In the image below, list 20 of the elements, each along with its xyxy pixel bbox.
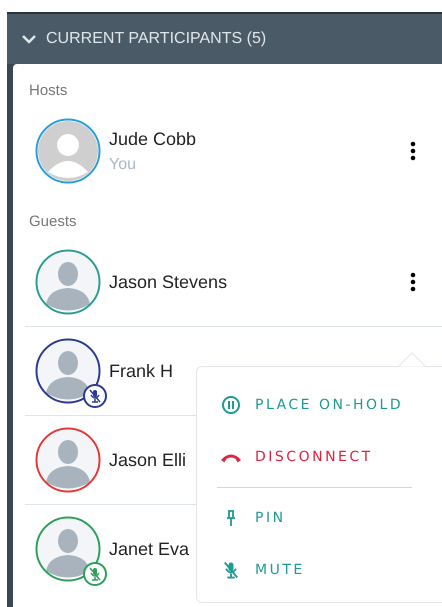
participant-name: Jason Stevens [109, 272, 228, 292]
participant-name: Jason Elli [109, 450, 186, 470]
menu-item[interactable]: DISCONNECT [197, 431, 417, 483]
participant-name: Frank H [109, 360, 174, 382]
menu-item[interactable]: PIN [197, 492, 417, 544]
panel-title: CURRENT PARTICIPANTS (5) [46, 30, 266, 48]
menu-item[interactable]: PLACE ON-HOLD [197, 379, 417, 431]
participant-name: Janet Eva [109, 538, 190, 560]
section-label: Hosts [29, 82, 68, 99]
participant-role: You [109, 156, 136, 174]
section-label: Guests [29, 213, 78, 230]
hang-up-icon [221, 452, 241, 462]
pause-icon [221, 395, 241, 415]
panel-header[interactable]: CURRENT PARTICIPANTS (5) [7, 12, 442, 64]
muted-mic-icon [221, 560, 241, 580]
more-options-icon[interactable] [410, 272, 416, 292]
chevron-icon[interactable] [22, 34, 36, 44]
menu-item[interactable]: MUTE [197, 544, 417, 596]
more-options-icon[interactable] [410, 141, 416, 161]
participant-name: Jude Cobb [109, 128, 196, 150]
